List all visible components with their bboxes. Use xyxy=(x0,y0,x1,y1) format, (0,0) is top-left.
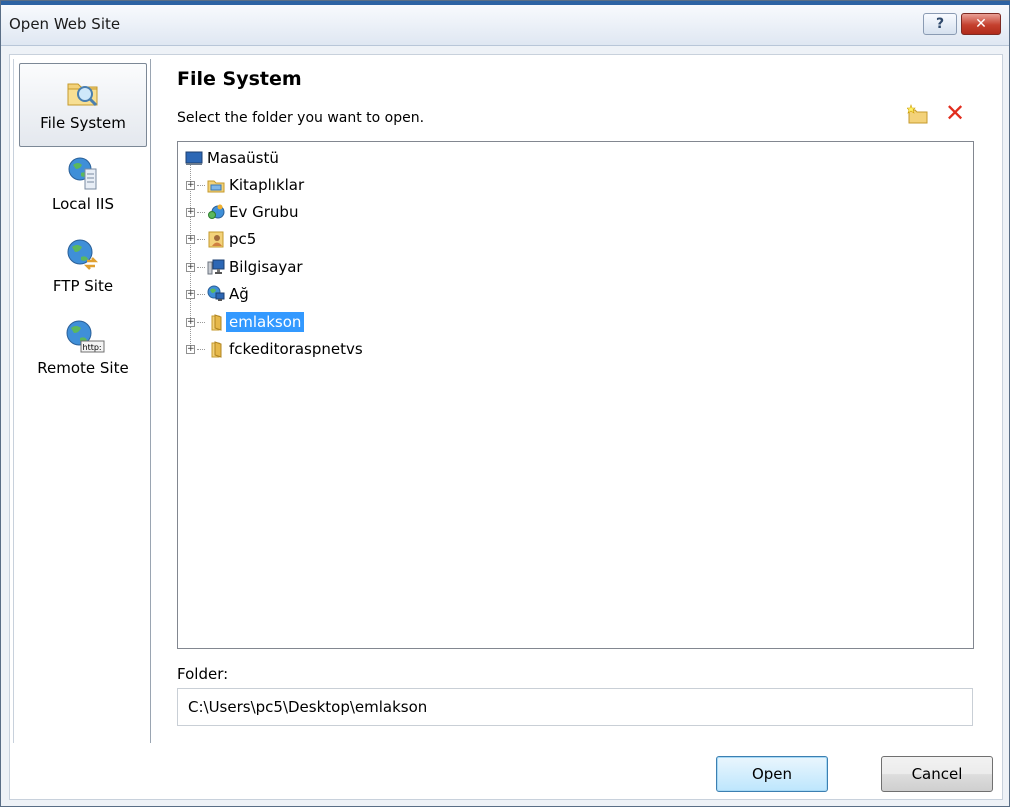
folder-path-input[interactable] xyxy=(177,688,973,726)
network-icon xyxy=(207,285,225,303)
sidebar-item-label: File System xyxy=(40,114,126,132)
create-new-folder-button[interactable] xyxy=(906,103,929,125)
tree-node-label: pc5 xyxy=(229,230,257,248)
homegroup-icon xyxy=(207,203,225,221)
libraries-icon xyxy=(207,176,225,194)
expand-toggle[interactable]: + xyxy=(186,207,195,217)
tree-node-label: Masaüstü xyxy=(207,149,279,167)
tree-connector xyxy=(197,321,205,323)
user-folder-icon xyxy=(207,230,225,248)
tree-node-fckeditoraspnetvs[interactable]: + fckeditoraspnetvs xyxy=(186,338,363,360)
svg-text:http:: http: xyxy=(83,343,102,352)
tree-connector xyxy=(197,184,205,186)
sidebar-item-file-system[interactable]: File System xyxy=(19,63,147,147)
tree-node-label: Ağ xyxy=(229,285,249,303)
desktop-icon xyxy=(185,149,203,167)
tree-node-emlakson[interactable]: + emlakson xyxy=(186,311,305,333)
delete-button[interactable]: ✕ xyxy=(943,101,967,125)
title-bar: Open Web Site ? ✕ xyxy=(1,5,1009,46)
expand-toggle[interactable]: + xyxy=(186,262,195,272)
computer-icon xyxy=(207,258,225,276)
tree-node-computer[interactable]: + Bilgisayar xyxy=(186,256,303,278)
sidebar-item-label: Local IIS xyxy=(51,195,114,213)
delete-icon: ✕ xyxy=(944,99,966,127)
tree-node-label-selected: emlakson xyxy=(226,312,305,332)
sidebar-item-local-iis[interactable]: Local IIS xyxy=(19,145,147,229)
sidebar-item-remote-site[interactable]: http: Remote Site xyxy=(19,309,147,393)
globe-http-icon: http: xyxy=(65,319,105,355)
tree-connector xyxy=(197,266,205,268)
server-globe-icon xyxy=(65,155,101,191)
help-button[interactable]: ? xyxy=(923,13,957,35)
tree-connector xyxy=(197,211,205,213)
tree-connector xyxy=(197,293,205,295)
folder-search-icon xyxy=(65,74,101,110)
open-web-site-dialog: Open Web Site ? ✕ File System Local IIS … xyxy=(0,0,1010,807)
new-folder-icon xyxy=(906,104,928,124)
globe-transfer-icon xyxy=(65,237,101,273)
expand-toggle[interactable]: + xyxy=(186,344,195,354)
expand-toggle[interactable]: + xyxy=(186,180,195,190)
sidebar-item-ftp-site[interactable]: FTP Site xyxy=(19,227,147,311)
expand-toggle[interactable]: + xyxy=(186,234,195,244)
close-button[interactable]: ✕ xyxy=(961,13,1001,35)
sidebar-item-label: Remote Site xyxy=(37,359,129,377)
tree-connector xyxy=(197,238,205,240)
section-instructions: Select the folder you want to open. xyxy=(177,110,425,126)
location-sidebar: File System Local IIS FTP Site http: Rem… xyxy=(13,59,151,743)
cancel-button[interactable]: Cancel xyxy=(881,756,993,792)
expand-toggle[interactable]: + xyxy=(186,289,195,299)
help-icon: ? xyxy=(935,16,945,32)
tree-connector xyxy=(197,348,205,350)
tree-node-pc5[interactable]: + pc5 xyxy=(186,228,256,250)
folder-icon xyxy=(207,340,225,358)
tree-node-label: Ev Grubu xyxy=(229,203,299,221)
tree-node-label: Kitaplıklar xyxy=(229,176,305,194)
window-title: Open Web Site xyxy=(9,15,121,33)
folder-label: Folder: xyxy=(177,665,229,683)
open-button[interactable]: Open xyxy=(716,756,828,792)
tree-node-label: fckeditoraspnetvs xyxy=(229,340,363,358)
section-heading: File System xyxy=(177,68,302,90)
sidebar-item-label: FTP Site xyxy=(52,277,114,295)
tree-node-homegroup[interactable]: + Ev Grubu xyxy=(186,201,298,223)
expand-toggle[interactable]: + xyxy=(186,317,195,327)
close-icon: ✕ xyxy=(975,16,987,32)
tree-node-desktop[interactable]: Masaüstü xyxy=(185,147,279,169)
tree-node-network[interactable]: + Ağ xyxy=(186,283,249,305)
tree-node-label: Bilgisayar xyxy=(229,258,303,276)
tree-node-libraries[interactable]: + Kitaplıklar xyxy=(186,174,304,196)
folder-icon xyxy=(207,313,225,331)
